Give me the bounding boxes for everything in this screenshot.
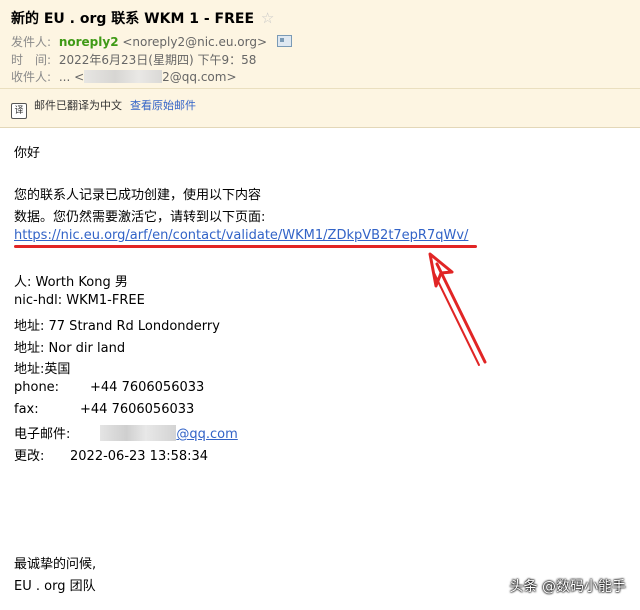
closing-line: 最诚挚的问候, <box>14 557 97 572</box>
email-header: 新的 EU . org 联系 WKM 1 - FREE ☆ 发件人: norep… <box>0 0 640 128</box>
changed-value: 2022-06-23 13:58:34 <box>70 449 209 464</box>
fax-label: fax: <box>14 402 39 417</box>
email-subject: 新的 EU . org 联系 WKM 1 - FREE ☆ <box>11 8 274 28</box>
intro-line-1: 您的联系人记录已成功创建，使用以下内容 <box>14 188 262 203</box>
time-value: 2022年6月23日(星期四) 下午9：58 <box>58 53 257 67</box>
arrow-shaft-outer <box>432 270 480 366</box>
changed-line: 更改: 2022-06-23 13:58:34 <box>14 445 208 464</box>
phone-line: phone: +44 7606056033 <box>14 380 204 395</box>
arrow-shaft <box>435 262 487 364</box>
redacted-recipient <box>84 70 163 83</box>
time-row: 时 间: 2022年6月23日(星期四) 下午9：58 <box>11 51 256 68</box>
changed-label: 更改: <box>14 449 45 464</box>
from-row: 发件人: noreply2 <noreply2@nic.eu.org> <box>11 33 292 50</box>
redacted-email <box>100 425 177 441</box>
activation-link[interactable]: https://nic.eu.org/arf/en/contact/valida… <box>14 228 468 243</box>
email-label: 电子邮件: <box>14 427 71 442</box>
time-label: 时 间: <box>11 53 52 67</box>
email-link[interactable]: @qq.com <box>176 427 237 442</box>
fax-line: fax: +44 7606056033 <box>14 402 194 417</box>
to-label: 收件人: <box>11 70 52 84</box>
contact-card-icon[interactable] <box>276 35 292 47</box>
translate-bar: 译邮件已翻译为中文 查看原始邮件 <box>11 97 196 119</box>
view-original-link[interactable]: 查看原始邮件 <box>130 99 196 112</box>
fax-value: +44 7606056033 <box>80 402 195 417</box>
phone-value: +44 7606056033 <box>90 380 205 395</box>
intro-line-2: 数据。您仍然需要激活它，请转到以下页面: <box>14 210 266 225</box>
to-suffix: 2@qq.com> <box>162 70 237 84</box>
translated-notice: 邮件已翻译为中文 <box>34 99 122 112</box>
activation-link-row: https://nic.eu.org/arf/en/contact/valida… <box>14 228 468 243</box>
translate-icon: 译 <box>11 103 27 119</box>
subject-text: 新的 EU . org 联系 WKM 1 - FREE <box>11 11 255 27</box>
person-line: 人: Worth Kong 男 <box>14 275 128 290</box>
phone-label: phone: <box>14 380 60 395</box>
email-line: 电子邮件: @qq.com <box>14 423 238 442</box>
to-prefix: ... < <box>58 70 85 84</box>
from-label: 发件人: <box>11 35 52 49</box>
address-line-1: 地址: 77 Strand Rd Londonderry <box>14 319 220 334</box>
sender-address: <noreply2@nic.eu.org> <box>122 35 268 49</box>
watermark: 头条 @数码小能手 <box>509 579 626 595</box>
arrow-head <box>428 252 454 288</box>
to-row: 收件人: ... < 2@qq.com> <box>11 68 237 85</box>
address-line-3: 地址:英国 <box>14 362 71 377</box>
red-underline <box>14 245 477 248</box>
team-signature: EU . org 团队 <box>14 579 96 594</box>
header-divider <box>0 88 640 89</box>
nic-hdl-line: nic-hdl: WKM1-FREE <box>14 293 145 308</box>
star-icon[interactable]: ☆ <box>261 9 274 27</box>
address-line-2: 地址: Nor dir land <box>14 341 126 356</box>
greeting: 你好 <box>14 146 41 161</box>
sender-name[interactable]: noreply2 <box>59 35 119 49</box>
